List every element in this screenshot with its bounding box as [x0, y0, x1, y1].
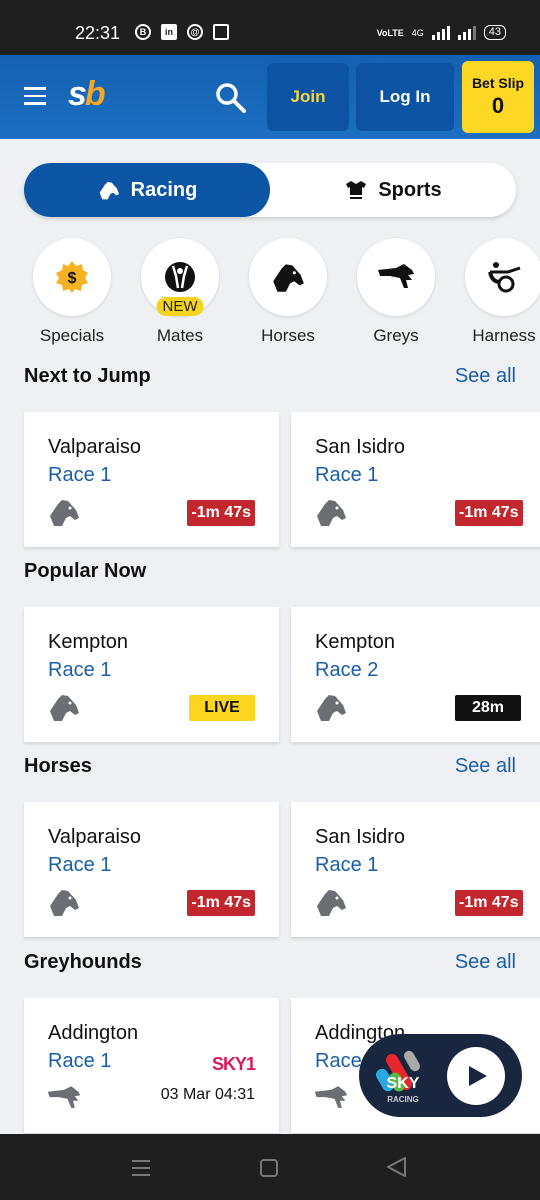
tab-sports-label: Sports	[378, 178, 442, 201]
linkedin-icon: in	[161, 24, 177, 40]
tab-racing[interactable]: Racing	[24, 163, 270, 217]
countdown-badge: -1m 47s	[187, 890, 255, 916]
sky-racing-player[interactable]: SKY RACING	[359, 1034, 522, 1117]
see-all-link[interactable]: See all	[455, 755, 516, 778]
horse-head-icon	[50, 500, 79, 526]
race-number: Race 1	[48, 659, 112, 681]
category-specials[interactable]: $ Specials	[27, 238, 117, 346]
join-button[interactable]: Join	[267, 63, 349, 131]
tab-sports[interactable]: Sports	[270, 163, 516, 217]
greyhound-icon	[378, 264, 414, 288]
race-number: Race 1	[315, 464, 379, 486]
horse-head-icon	[273, 264, 304, 292]
see-all-link[interactable]: See all	[455, 365, 516, 388]
horse-head-icon	[50, 890, 79, 916]
section-title: Horses	[24, 755, 92, 777]
status-bar: 22:31 B in @ VoLTE 4G 43	[0, 0, 540, 55]
status-time: 22:31	[75, 23, 121, 43]
venue-name: Valparaiso	[48, 826, 142, 848]
venue-name: Addington	[48, 1022, 139, 1044]
race-card[interactable]: San Isidro Race 1 -1m 47s	[291, 802, 540, 937]
section-title: Popular Now	[24, 560, 147, 582]
race-card[interactable]: Valparaiso Race 1 -1m 47s	[24, 802, 279, 937]
dollar-badge-icon: $	[56, 261, 88, 293]
system-nav-bar	[0, 1134, 540, 1200]
sportsbet-logo[interactable]: sb	[68, 75, 106, 114]
menu-icon[interactable]	[24, 87, 46, 105]
greyhound-icon	[314, 1086, 348, 1108]
play-button[interactable]	[447, 1047, 505, 1105]
venue-name: San Isidro	[315, 436, 406, 458]
race-card[interactable]: Valparaiso Race 1 -1m 47s	[24, 412, 279, 547]
countdown-badge: 28m	[455, 695, 521, 721]
app-header: sb Join Log In Bet Slip 0	[0, 55, 540, 139]
countdown-badge: -1m 47s	[187, 500, 255, 526]
horse-head-icon	[317, 500, 346, 526]
signal-icon	[431, 25, 450, 40]
back-icon[interactable]	[386, 1156, 408, 1183]
threads-icon: @	[187, 24, 203, 40]
greyhound-icon	[47, 1086, 81, 1108]
venue-name: Kempton	[48, 631, 129, 653]
b-icon: B	[135, 24, 151, 40]
category-harness[interactable]: Harness	[459, 238, 540, 346]
see-all-link[interactable]: See all	[455, 951, 516, 974]
bet-slip-count: 0	[491, 93, 505, 118]
home-icon[interactable]	[259, 1158, 279, 1183]
tab-racing-label: Racing	[130, 178, 198, 201]
live-badge: LIVE	[189, 695, 255, 721]
category-greys[interactable]: Greys	[351, 238, 441, 346]
venue-name: Valparaiso	[48, 436, 142, 458]
svg-text:SKY: SKY	[387, 1075, 420, 1092]
race-number: Race 2	[315, 659, 379, 681]
race-number: Race 1	[315, 854, 379, 876]
network-type: 4G	[411, 27, 424, 38]
battery-icon: 43	[483, 25, 506, 40]
jersey-icon	[346, 181, 367, 199]
bet-slip-label: Bet Slip	[471, 75, 525, 91]
race-number: Race 1	[48, 464, 112, 486]
section-title: Greyhounds	[24, 951, 142, 973]
mates-icon	[165, 262, 195, 292]
section-title: Next to Jump	[24, 365, 151, 387]
bet-slip-button[interactable]: Bet Slip 0	[462, 61, 534, 133]
horse-head-icon	[99, 182, 119, 200]
horse-head-icon	[317, 890, 346, 916]
browser-icon	[213, 24, 229, 40]
race-card[interactable]: Addington Race 1 SKY1 03 Mar 04:31	[24, 998, 279, 1133]
recents-icon[interactable]	[131, 1159, 151, 1182]
play-icon	[469, 1066, 487, 1086]
sky1-channel-logo: SKY1	[211, 1054, 256, 1074]
race-number: Race 1	[48, 854, 112, 876]
racing-sports-toggle: Racing Sports	[24, 163, 516, 217]
race-card[interactable]: Kempton Race 2 28m	[291, 607, 540, 742]
race-number: Race 1	[48, 1050, 112, 1072]
race-datetime: 03 Mar 04:31	[160, 1086, 255, 1103]
sky-racing-logo: SKY RACING	[376, 1050, 420, 1104]
category-horses[interactable]: Horses	[243, 238, 333, 346]
login-button[interactable]: Log In	[356, 63, 454, 131]
category-row: $ Specials NEW Mates Horses Greys Harnes…	[0, 238, 540, 348]
harness-icon	[488, 262, 521, 293]
new-badge: NEW	[156, 297, 204, 316]
countdown-badge: -1m 47s	[455, 890, 523, 916]
race-card[interactable]: Kempton Race 1 LIVE	[24, 607, 279, 742]
volte-icon: VoLTE	[376, 27, 404, 38]
category-mates[interactable]: NEW Mates	[135, 238, 225, 346]
venue-name: San Isidro	[315, 826, 406, 848]
countdown-badge: -1m 47s	[455, 500, 523, 526]
svg-text:$: $	[68, 270, 77, 287]
horse-head-icon	[50, 695, 79, 721]
race-card[interactable]: San Isidro Race 1 -1m 47s	[291, 412, 540, 547]
svg-text:RACING: RACING	[387, 1095, 419, 1104]
venue-name: Kempton	[315, 631, 396, 653]
signal-2-icon	[457, 25, 476, 40]
search-icon[interactable]	[214, 81, 248, 115]
horse-head-icon	[317, 695, 346, 721]
